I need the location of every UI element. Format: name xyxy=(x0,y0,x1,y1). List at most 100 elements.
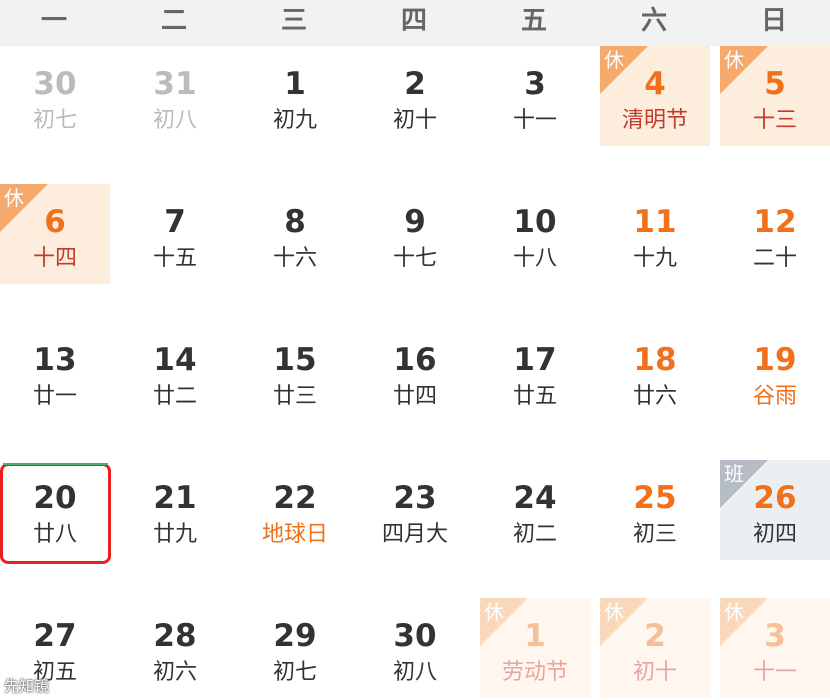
calendar-day-cell[interactable]: 21 廿九 xyxy=(120,460,230,560)
calendar-day-cell[interactable]: 休 2 初十 xyxy=(600,598,710,698)
day-number: 1 xyxy=(284,66,306,102)
calendar-day-cell[interactable]: 30 初七 xyxy=(0,46,110,146)
day-number: 26 xyxy=(753,480,797,516)
today-marker xyxy=(3,463,108,465)
lunar-date: 十一 xyxy=(752,660,797,685)
day-number: 25 xyxy=(633,480,677,516)
weekday-label: 二 xyxy=(160,6,187,36)
lunar-date: 初九 xyxy=(272,108,317,133)
lunar-date: 廿五 xyxy=(512,384,557,409)
day-number: 22 xyxy=(273,480,317,516)
day-number: 5 xyxy=(764,66,786,102)
calendar-day-cell[interactable]: 2 初十 xyxy=(360,46,470,146)
calendar-day-cell[interactable]: 15 廿三 xyxy=(240,322,350,422)
weekday-label: 三 xyxy=(280,6,307,36)
lunar-date: 廿九 xyxy=(152,522,197,547)
calendar-day-cell[interactable]: 11 十九 xyxy=(600,184,710,284)
lunar-date: 初八 xyxy=(152,108,197,133)
calendar-day-cell[interactable]: 3 十一 xyxy=(480,46,590,146)
day-number: 6 xyxy=(44,204,66,240)
lunar-date: 廿二 xyxy=(152,384,197,409)
weekday-label: 一 xyxy=(40,6,67,36)
day-number: 18 xyxy=(633,342,677,378)
calendar-day-cell[interactable]: 29 初七 xyxy=(240,598,350,698)
lunar-date: 十七 xyxy=(392,246,437,271)
festival-label: 劳动节 xyxy=(501,660,568,685)
lunar-date: 十一 xyxy=(512,108,557,133)
lunar-date: 十五 xyxy=(152,246,197,271)
calendar-day-cell[interactable]: 休 1 劳动节 xyxy=(480,598,590,698)
day-number: 15 xyxy=(273,342,317,378)
day-number: 31 xyxy=(153,66,197,102)
calendar-day-cell[interactable]: 1 初九 xyxy=(240,46,350,146)
calendar-day-cell[interactable]: 22 地球日 xyxy=(240,460,350,560)
weekday-label: 六 xyxy=(640,6,667,36)
day-number: 24 xyxy=(513,480,557,516)
lunar-date: 初十 xyxy=(392,108,437,133)
day-number: 14 xyxy=(153,342,197,378)
calendar-day-cell[interactable]: 23 四月大 xyxy=(360,460,470,560)
festival-label: 谷雨 xyxy=(752,384,797,409)
lunar-date: 初二 xyxy=(512,522,557,547)
day-number: 10 xyxy=(513,204,557,240)
lunar-date: 初八 xyxy=(392,660,437,685)
day-number: 21 xyxy=(153,480,197,516)
day-number: 29 xyxy=(273,618,317,654)
lunar-date: 廿一 xyxy=(32,384,77,409)
day-number: 2 xyxy=(644,618,666,654)
calendar-day-cell[interactable]: 30 初八 xyxy=(360,598,470,698)
day-number: 19 xyxy=(753,342,797,378)
day-number: 2 xyxy=(404,66,426,102)
lunar-date: 初七 xyxy=(32,108,77,133)
lunar-date: 廿三 xyxy=(272,384,317,409)
calendar-day-cell[interactable]: 24 初二 xyxy=(480,460,590,560)
calendar-day-cell[interactable]: 7 十五 xyxy=(120,184,230,284)
calendar-day-cell[interactable]: 9 十七 xyxy=(360,184,470,284)
selected-day-outline xyxy=(0,463,111,564)
day-number: 11 xyxy=(633,204,677,240)
lunar-date: 十六 xyxy=(272,246,317,271)
calendar-day-cell[interactable]: 8 十六 xyxy=(240,184,350,284)
lunar-date: 十九 xyxy=(632,246,677,271)
lunar-date: 十四 xyxy=(32,246,77,271)
festival-label: 地球日 xyxy=(261,522,328,547)
day-number: 23 xyxy=(393,480,437,516)
calendar-day-cell[interactable]: 18 廿六 xyxy=(600,322,710,422)
day-number: 1 xyxy=(524,618,546,654)
calendar-day-cell[interactable]: 13 廿一 xyxy=(0,322,110,422)
lunar-date: 初六 xyxy=(152,660,197,685)
day-number: 3 xyxy=(764,618,786,654)
day-number: 30 xyxy=(393,618,437,654)
calendar-day-cell[interactable]: 班 26 初四 xyxy=(720,460,830,560)
calendar-day-cell[interactable]: 19 谷雨 xyxy=(720,322,830,422)
day-number: 4 xyxy=(644,66,666,102)
calendar-day-cell[interactable]: 25 初三 xyxy=(600,460,710,560)
weekday-label: 四 xyxy=(400,6,427,36)
festival-label: 清明节 xyxy=(621,108,688,133)
calendar-day-cell[interactable]: 17 廿五 xyxy=(480,322,590,422)
calendar-day-cell[interactable]: 休 5 十三 xyxy=(720,46,830,146)
lunar-date: 十八 xyxy=(512,246,557,271)
calendar-day-cell[interactable]: 12 二十 xyxy=(720,184,830,284)
calendar-day-cell[interactable]: 14 廿二 xyxy=(120,322,230,422)
lunar-date: 四月大 xyxy=(381,522,448,547)
lunar-date: 十三 xyxy=(752,108,797,133)
calendar-day-cell[interactable]: 休 4 清明节 xyxy=(600,46,710,146)
day-number: 27 xyxy=(33,618,77,654)
calendar-day-cell[interactable]: 休 3 十一 xyxy=(720,598,830,698)
lunar-date: 初十 xyxy=(632,660,677,685)
calendar-day-cell[interactable]: 31 初八 xyxy=(120,46,230,146)
day-number: 12 xyxy=(753,204,797,240)
lunar-date: 廿六 xyxy=(632,384,677,409)
calendar-day-cell[interactable]: 28 初六 xyxy=(120,598,230,698)
day-number: 16 xyxy=(393,342,437,378)
day-number: 9 xyxy=(404,204,426,240)
calendar-day-cell[interactable]: 16 廿四 xyxy=(360,322,470,422)
day-number: 13 xyxy=(33,342,77,378)
weekday-label: 五 xyxy=(520,6,547,36)
day-number: 3 xyxy=(524,66,546,102)
calendar-day-cell[interactable]: 10 十八 xyxy=(480,184,590,284)
weekday-header: 一二三四五六日 xyxy=(0,0,830,46)
calendar-day-cell[interactable]: 休 6 十四 xyxy=(0,184,110,284)
day-number: 30 xyxy=(33,66,77,102)
